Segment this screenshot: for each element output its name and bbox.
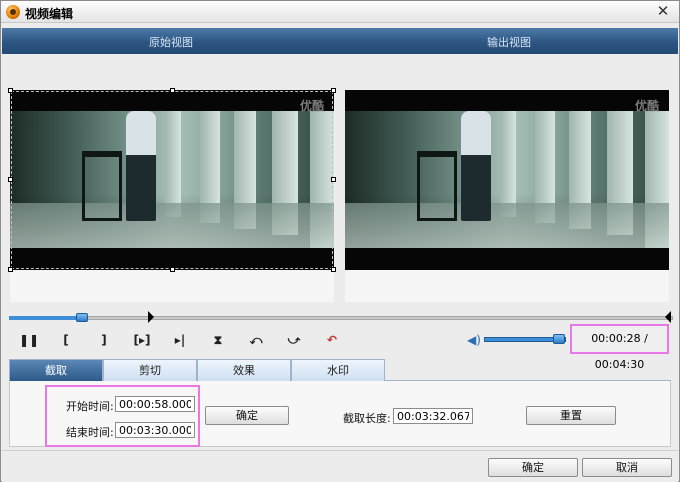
cancel-button[interactable]: 取消	[582, 458, 672, 477]
clip-length-label: 截取长度:	[343, 412, 391, 425]
walking-person	[126, 111, 156, 221]
timeline-track[interactable]	[9, 316, 673, 320]
pause-icon[interactable]: ❚❚	[19, 331, 39, 349]
walking-person	[461, 111, 491, 221]
window-title: 视频编辑	[25, 7, 74, 21]
end-marker-icon[interactable]	[665, 311, 671, 323]
crop-handle-top-left[interactable]	[8, 88, 13, 93]
tab-effects[interactable]: 效果	[197, 359, 291, 381]
original-watermark: 优酷	[299, 99, 324, 113]
timeline-progress	[9, 316, 82, 320]
end-time-field[interactable]	[115, 422, 195, 438]
crop-handle-top-right[interactable]	[331, 88, 336, 93]
tab-crop[interactable]: 截取	[9, 359, 103, 381]
close-icon[interactable]: ✕	[655, 3, 671, 19]
clip-length-field[interactable]	[393, 408, 473, 424]
clip-settings-panel: 开始时间: 结束时间: 确定 截取长度: 重置	[9, 381, 671, 447]
crop-handle-bottom[interactable]	[170, 267, 175, 272]
tab-watermark[interactable]: 水印	[291, 359, 385, 381]
title-bar[interactable]: 视频编辑 ✕	[1, 1, 679, 23]
original-view-label: 原始视图	[149, 36, 193, 49]
reset-button[interactable]: 重置	[526, 406, 616, 425]
rotate-right-icon[interactable]: ⤻	[285, 331, 303, 349]
original-view-panel: 优酷	[8, 88, 336, 302]
time-display: 00:00:28 / 00:04:30	[570, 324, 669, 371]
mark-out-icon[interactable]: ]	[95, 331, 113, 349]
undo-icon[interactable]: ↶	[323, 331, 341, 349]
fit-icon[interactable]: ⧗	[209, 331, 227, 349]
start-time-field[interactable]	[115, 396, 195, 412]
apply-button[interactable]: 确定	[205, 406, 289, 425]
start-time-label: 开始时间:	[66, 400, 114, 413]
end-time-label: 结束时间:	[66, 426, 114, 439]
original-video-frame[interactable]: 优酷	[10, 90, 334, 270]
crop-handle-left[interactable]	[8, 177, 13, 182]
preview-area: 优酷 优酷	[2, 54, 678, 306]
crop-handle-top[interactable]	[170, 88, 175, 93]
play-to-end-icon[interactable]: ▸|	[171, 331, 189, 349]
volume-icon[interactable]: ◀)	[467, 333, 481, 347]
timeline-slider[interactable]	[9, 311, 673, 323]
start-marker-icon[interactable]	[148, 311, 154, 323]
crop-handle-right[interactable]	[331, 177, 336, 182]
ok-button[interactable]: 确定	[488, 458, 578, 477]
output-view-panel: 优酷	[345, 90, 669, 302]
view-header: 原始视图 输出视图	[2, 28, 678, 54]
rotate-left-icon[interactable]: ⤺	[247, 331, 265, 349]
play-selection-icon[interactable]: [▸]	[133, 331, 151, 349]
crop-handle-bottom-left[interactable]	[8, 267, 13, 272]
output-view-label: 输出视图	[487, 36, 531, 49]
app-logo-icon	[6, 5, 20, 19]
tab-cut[interactable]: 剪切	[103, 359, 197, 381]
dialog-footer: 确定 取消	[2, 450, 678, 482]
edit-tabs: 截取 剪切 效果 水印	[9, 359, 671, 381]
mark-in-icon[interactable]: [	[57, 331, 75, 349]
volume-thumb[interactable]	[553, 334, 565, 344]
output-video-frame: 优酷	[345, 90, 669, 270]
video-edit-window: 视频编辑 ✕ 原始视图 输出视图 优酷 优酷 ❚❚ [] [▸] ▸| ⧗ ⤺…	[0, 0, 680, 482]
timeline-thumb[interactable]	[76, 313, 88, 322]
output-watermark: 优酷	[634, 99, 659, 113]
crop-handle-bottom-right[interactable]	[331, 267, 336, 272]
